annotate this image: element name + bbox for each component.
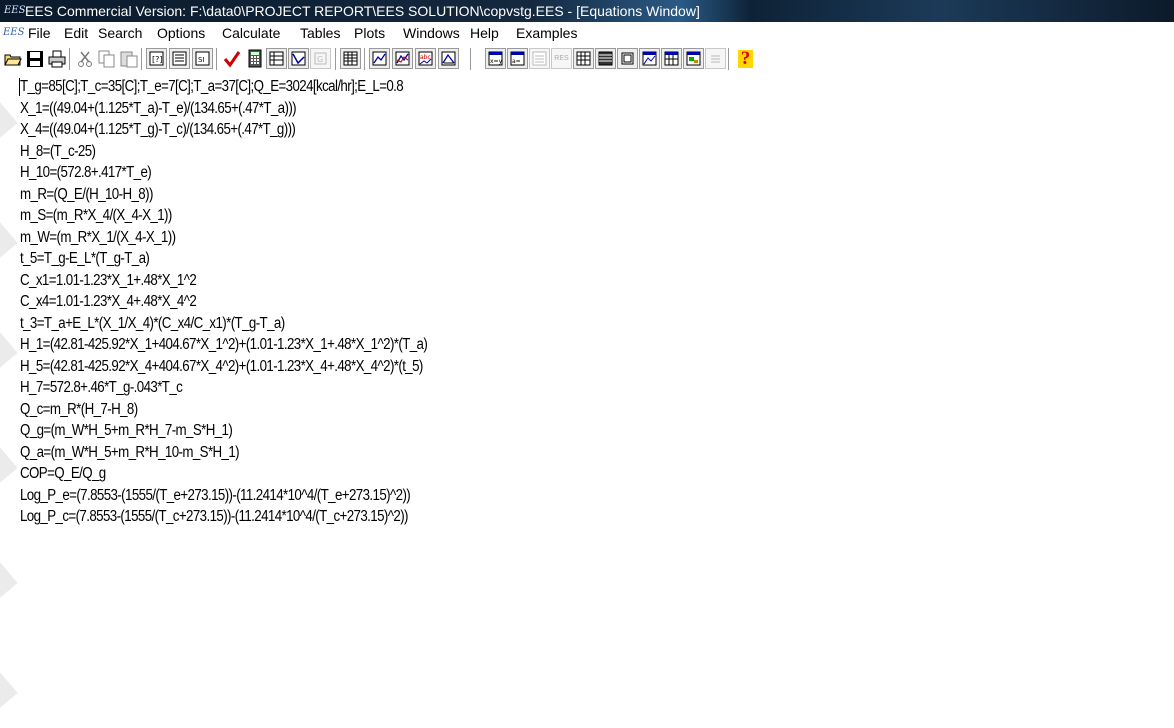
equation-line[interactable]: H_1=(42.81-425.92*X_1+404.67*X_1^2)+(1.0…	[20, 334, 428, 356]
residuals-window-icon[interactable]: RES	[551, 48, 572, 69]
parametric-table-icon[interactable]	[340, 48, 361, 69]
integral-window-icon[interactable]	[661, 48, 682, 69]
menu-calculate[interactable]: Calculate	[222, 22, 280, 44]
menu-file[interactable]: File	[28, 22, 51, 44]
parametric-window-icon[interactable]	[573, 48, 594, 69]
equation-line[interactable]: m_W=(m_R*X_1/(X_4-X_1))	[20, 227, 427, 249]
abc-plot-icon[interactable]: abc	[415, 48, 436, 69]
svg-text:G: G	[317, 55, 323, 64]
title-bar[interactable]: EES EES Commercial Version: F:\data0\PRO…	[0, 0, 1174, 22]
report-window-icon[interactable]	[705, 48, 726, 69]
equation-line[interactable]: t_5=T_g-E_L*(T_g-T_a)	[20, 248, 427, 270]
toolbar-separator	[335, 48, 339, 70]
toolbar-separator	[216, 48, 220, 70]
solve-table-icon[interactable]	[266, 48, 287, 69]
menu-options[interactable]: Options	[157, 22, 205, 44]
help-icon[interactable]: ?	[735, 48, 756, 69]
equation-line[interactable]: H_5=(42.81-425.92*X_4+404.67*X_4^2)+(1.0…	[20, 356, 427, 378]
equation-line[interactable]: H_10=(572.8+.417*T_e)	[20, 162, 427, 184]
lookup-window-icon[interactable]	[595, 48, 616, 69]
svg-text:[?]: [?]	[152, 55, 163, 64]
watermark-stripe	[0, 221, 18, 279]
equation-line[interactable]: m_R=(Q_E/(H_10-H_8))	[20, 184, 427, 206]
equation-lines: T_g=85[C];T_c=35[C];T_e=7[C];T_a=37[C];Q…	[20, 76, 428, 528]
equation-line[interactable]: C_x4=1.01-1.23*X_4+.48*X_4^2	[20, 291, 427, 313]
diagram-window-icon[interactable]	[683, 48, 704, 69]
toolbar-separator	[69, 48, 73, 70]
copy-icon[interactable]	[96, 48, 117, 69]
svg-text:abc: abc	[420, 54, 431, 61]
menu-help[interactable]: Help	[470, 22, 499, 44]
equations-editor[interactable]: T_g=85[C];T_c=35[C];T_e=7[C];T_a=37[C];Q…	[0, 76, 1174, 728]
app-icon: EES	[4, 5, 26, 16]
watermark-stripe	[0, 101, 18, 159]
watermark-stripe	[0, 671, 18, 728]
new-plot-icon[interactable]	[369, 48, 390, 69]
toolbar-separator	[728, 48, 732, 70]
check-icon[interactable]	[221, 48, 242, 69]
modify-plot-icon[interactable]	[438, 48, 459, 69]
print-icon[interactable]	[46, 48, 67, 69]
equation-line[interactable]: Log_P_c=(7.8553-(1555/(T_c+273.15))-(11.…	[20, 506, 427, 528]
residuals-label: RES	[554, 55, 569, 62]
save-icon[interactable]	[24, 48, 45, 69]
equation-line[interactable]: COP=Q_E/Q_g	[20, 463, 427, 485]
equation-line[interactable]: X_1=((49.04+(1.125*T_a)-T_e)/(134.65+(.4…	[20, 98, 427, 120]
toolbar-separator	[141, 48, 145, 70]
svg-text:a=: a=	[512, 58, 521, 65]
equation-line[interactable]: t_3=T_a+E_L*(X_1/X_4)*(C_x4/C_x1)*(T_g-T…	[20, 313, 427, 335]
equation-line[interactable]: Log_P_e=(7.8553-(1555/(T_e+273.15))-(11.…	[20, 485, 427, 507]
equation-line[interactable]: X_4=((49.04+(1.125*T_g)-T_c)/(134.65+(.4…	[20, 119, 427, 141]
help-label: ?	[737, 49, 754, 68]
min-max-icon[interactable]	[288, 48, 309, 69]
calculator-icon[interactable]	[244, 48, 265, 69]
equation-line[interactable]: m_S=(m_R*X_4/(X_4-X_1))	[20, 205, 427, 227]
menu-tables[interactable]: Tables	[300, 22, 340, 44]
svg-text:x=y: x=y	[490, 58, 503, 65]
menu-search[interactable]: Search	[98, 22, 142, 44]
menu-bar: EES File Edit Search Options Calculate T…	[0, 22, 1174, 44]
plot-window-icon[interactable]	[639, 48, 660, 69]
equation-line[interactable]: T_g=85[C];T_c=35[C];T_e=7[C];T_a=37[C];Q…	[20, 76, 427, 98]
solution-window-icon[interactable]	[529, 48, 550, 69]
equation-line[interactable]: Q_c=m_R*(H_7-H_8)	[20, 399, 427, 421]
equations-window-icon[interactable]: x=y	[485, 48, 506, 69]
watermark-stripe	[0, 561, 18, 619]
equation-line[interactable]: H_8=(T_c-25)	[20, 141, 427, 163]
toolbar: [?] SI G abc x=y a= RES ?	[0, 44, 1174, 76]
toolbar-separator	[470, 48, 474, 70]
overlay-plot-icon[interactable]	[392, 48, 413, 69]
open-folder-icon[interactable]	[2, 48, 23, 69]
menu-edit[interactable]: Edit	[64, 22, 88, 44]
disabled-icon[interactable]: G	[310, 48, 331, 69]
si-units-icon[interactable]: SI	[192, 48, 213, 69]
toolbar-separator	[364, 48, 368, 70]
window-title: EES Commercial Version: F:\data0\PROJECT…	[25, 3, 700, 19]
array-window-icon[interactable]	[617, 48, 638, 69]
info-icon[interactable]	[169, 48, 190, 69]
paste-icon[interactable]	[118, 48, 139, 69]
cut-icon[interactable]	[74, 48, 95, 69]
equation-line[interactable]: C_x1=1.01-1.23*X_1+.48*X_1^2	[20, 270, 427, 292]
equation-line[interactable]: Q_g=(m_W*H_5+m_R*H_7-m_S*H_1)	[20, 420, 427, 442]
equation-line[interactable]: Q_a=(m_W*H_5+m_R*H_10-m_S*H_1)	[20, 442, 427, 464]
menu-plots[interactable]: Plots	[354, 22, 385, 44]
menu-windows[interactable]: Windows	[403, 22, 460, 44]
formatted-equations-icon[interactable]: a=	[507, 48, 528, 69]
document-icon[interactable]: EES	[3, 26, 24, 40]
svg-text:SI: SI	[198, 56, 205, 64]
equation-line[interactable]: H_7=572.8+.46*T_g-.043*T_c	[20, 377, 427, 399]
menu-examples[interactable]: Examples	[516, 22, 577, 44]
unit-system-icon[interactable]: [?]	[146, 48, 167, 69]
watermark-stripe	[0, 331, 18, 389]
watermark-stripe	[0, 446, 18, 504]
